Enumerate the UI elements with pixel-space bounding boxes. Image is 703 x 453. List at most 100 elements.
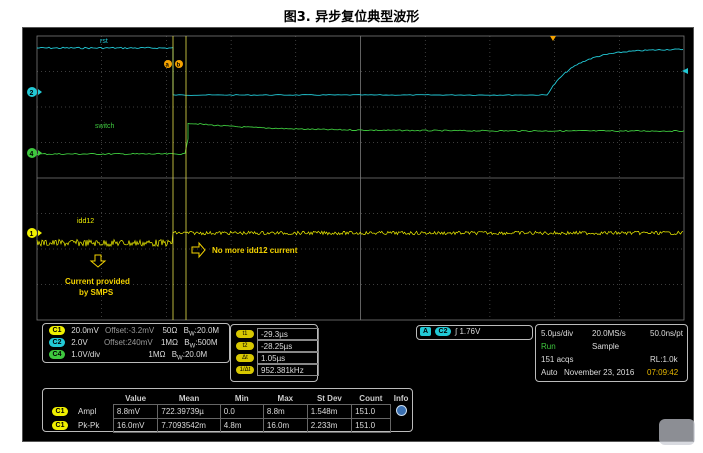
switch-label: switch (95, 123, 115, 130)
header-mean: Mean (178, 394, 200, 403)
c2-offset: Offset:240mV (103, 338, 153, 347)
annotation-no-more-current: No more idd12 current (212, 246, 298, 255)
cursor-readout-panel: t1 -29.3µs t2 -28.25µs Δt 1.05µs 1/Δt 95… (230, 324, 319, 382)
idd12-label: idd12 (77, 218, 94, 225)
record-length: RL:1.0k (650, 355, 678, 364)
trigger-mode: Auto (541, 368, 558, 377)
cursor-row-freq[interactable]: 1/Δt 952.381kHz (236, 364, 319, 377)
delta-t-badge: Δt (236, 353, 254, 362)
meas1-count: 151.0 (351, 404, 391, 419)
meas1-badge: C1 (52, 407, 68, 417)
meas2-count: 151.0 (351, 418, 391, 433)
cursor-row-t1[interactable]: t1 -29.3µs (236, 328, 319, 341)
c4-bw: BW:20.0M (171, 350, 208, 362)
header-count: Count (359, 394, 383, 403)
c4-impedance: 1MΩ (148, 350, 166, 359)
c1-bw: BW:20.0M (183, 326, 220, 338)
c2-bw: BW:500M (184, 338, 218, 350)
meas1-name: Ampl (78, 407, 97, 416)
header-info: Info (393, 394, 409, 404)
cursor-row-t2[interactable]: t2 -28.25µs (236, 340, 319, 353)
meas2-max: 16.0m (262, 418, 308, 433)
sample-rate: 20.0MS/s (592, 329, 626, 338)
meas1-stdev: 1.548m (306, 404, 353, 419)
channel-row-c4[interactable]: C4 1.0V/div 1MΩ BW:20.0M (49, 350, 207, 362)
c4-scale: 1.0V/div (71, 350, 101, 359)
meas1-mean: 722.39739µ (157, 404, 221, 419)
ch4-marker-arrow-icon (38, 150, 42, 156)
trigger-readout[interactable]: A C2 ∫ 1.76V (416, 325, 533, 340)
header-value: Value (125, 394, 147, 403)
header-badge (49, 393, 75, 405)
measurement-row[interactable]: C1 Pk-Pk 16.0mV 7.7093542m 4.8m 16.0m 2.… (49, 418, 412, 433)
c2-badge: C2 (49, 338, 65, 348)
trigger-line: A C2 ∫ 1.76V (420, 327, 481, 337)
ch2-marker-text: 2 (30, 90, 34, 97)
graticule (36, 35, 685, 321)
cursor-row-delta[interactable]: Δt 1.05µs (236, 352, 319, 365)
timebase[interactable]: 5.0µs/div (541, 329, 573, 338)
header-stdev: St Dev (316, 394, 342, 403)
annotations: Current provided by SMPS No more idd12 c… (65, 241, 298, 297)
delta-t-value: 1.05µs (257, 352, 319, 364)
idd12-trace (36, 230, 684, 248)
c2-impedance: 1MΩ (160, 338, 179, 347)
time: 07:09:42 (647, 368, 679, 377)
acquisition-mode: Sample (592, 342, 620, 351)
meas1-min: 0.0 (219, 404, 264, 419)
t2-badge: t2 (236, 341, 254, 350)
c1-offset: Offset:-3.2mV (105, 326, 155, 335)
inverse-delta-t-value: 952.381kHz (257, 364, 319, 376)
trigger-source-badge: C2 (435, 327, 451, 337)
right-arrow-icon (191, 241, 206, 259)
meas2-min: 4.8m (219, 418, 264, 433)
channel-row-c1[interactable]: C1 20.0mV Offset:-3.2mV 50Ω BW:20.0M (49, 326, 219, 338)
date: November 23, 2016 (564, 368, 635, 377)
t2-value: -28.25µs (257, 340, 319, 352)
c2-scale: 2.0V (71, 338, 88, 347)
trigger-level: 1.76V (459, 327, 481, 336)
trigger-level-icon (682, 68, 688, 74)
trigger-a-badge: A (420, 327, 431, 337)
info-icon[interactable] (395, 405, 407, 416)
ch2-marker-arrow-icon (38, 89, 42, 95)
run-state[interactable]: Run (541, 342, 556, 351)
ch4-marker-text: 4 (30, 151, 34, 158)
ch1-marker-text: 1 (30, 231, 34, 238)
meas2-mean: 7.7093542m (157, 418, 221, 433)
trigger-position-icon (550, 36, 556, 41)
watermark-logo-icon (659, 419, 695, 445)
down-arrow-icon (89, 254, 107, 268)
c1-badge: C1 (49, 326, 65, 336)
t1-value: -29.3µs (257, 328, 319, 340)
meas2-stdev: 2.233m (306, 418, 353, 433)
trace-labels: rst switch idd12 (77, 38, 115, 225)
pt-rate: 50.0ns/pt (650, 329, 683, 338)
meas2-name: Pk-Pk (78, 421, 100, 430)
channel-row-c2[interactable]: C2 2.0V Offset:240mV 1MΩ BW:500M (49, 338, 218, 350)
figure-title: 图3. 异步复位典型波形 (283, 10, 420, 25)
measurement-panel: Value Mean Min Max St Dev Count Info C1 … (42, 388, 413, 433)
measurement-row[interactable]: C1 Ampl 8.8mV 722.39739µ 0.0 8.8m 1.548m… (49, 404, 412, 419)
annotation-current-provided: Current provided (65, 277, 130, 286)
header-min: Min (234, 394, 249, 403)
meas1-max: 8.8m (262, 404, 308, 419)
acquisition-panel: 5.0µs/div 20.0MS/s 50.0ns/pt Run Sample … (535, 324, 688, 382)
measurement-table: Value Mean Min Max St Dev Count Info C1 … (49, 393, 412, 433)
ch1-marker-arrow-icon (38, 230, 42, 236)
c1-impedance: 50Ω (162, 326, 178, 335)
inverse-delta-t-badge: 1/Δt (236, 365, 254, 374)
rst-label: rst (100, 38, 108, 45)
c1-scale: 20.0mV (71, 326, 99, 335)
channel-markers: 2 4 1 a b (27, 36, 688, 238)
c4-badge: C4 (49, 350, 65, 360)
annotation-by-smps: by SMPS (79, 288, 114, 297)
meas1-value: 8.8mV (112, 404, 159, 419)
rising-edge-icon: ∫ (455, 327, 458, 336)
header-name (75, 393, 113, 405)
channel-settings-panel: C1 20.0mV Offset:-3.2mV 50Ω BW:20.0M C2 … (42, 323, 230, 363)
t1-badge: t1 (236, 329, 254, 338)
meas2-value: 16.0mV (112, 418, 159, 433)
meas2-badge: C1 (52, 421, 68, 431)
acquisition-count: 151 acqs (541, 355, 574, 364)
